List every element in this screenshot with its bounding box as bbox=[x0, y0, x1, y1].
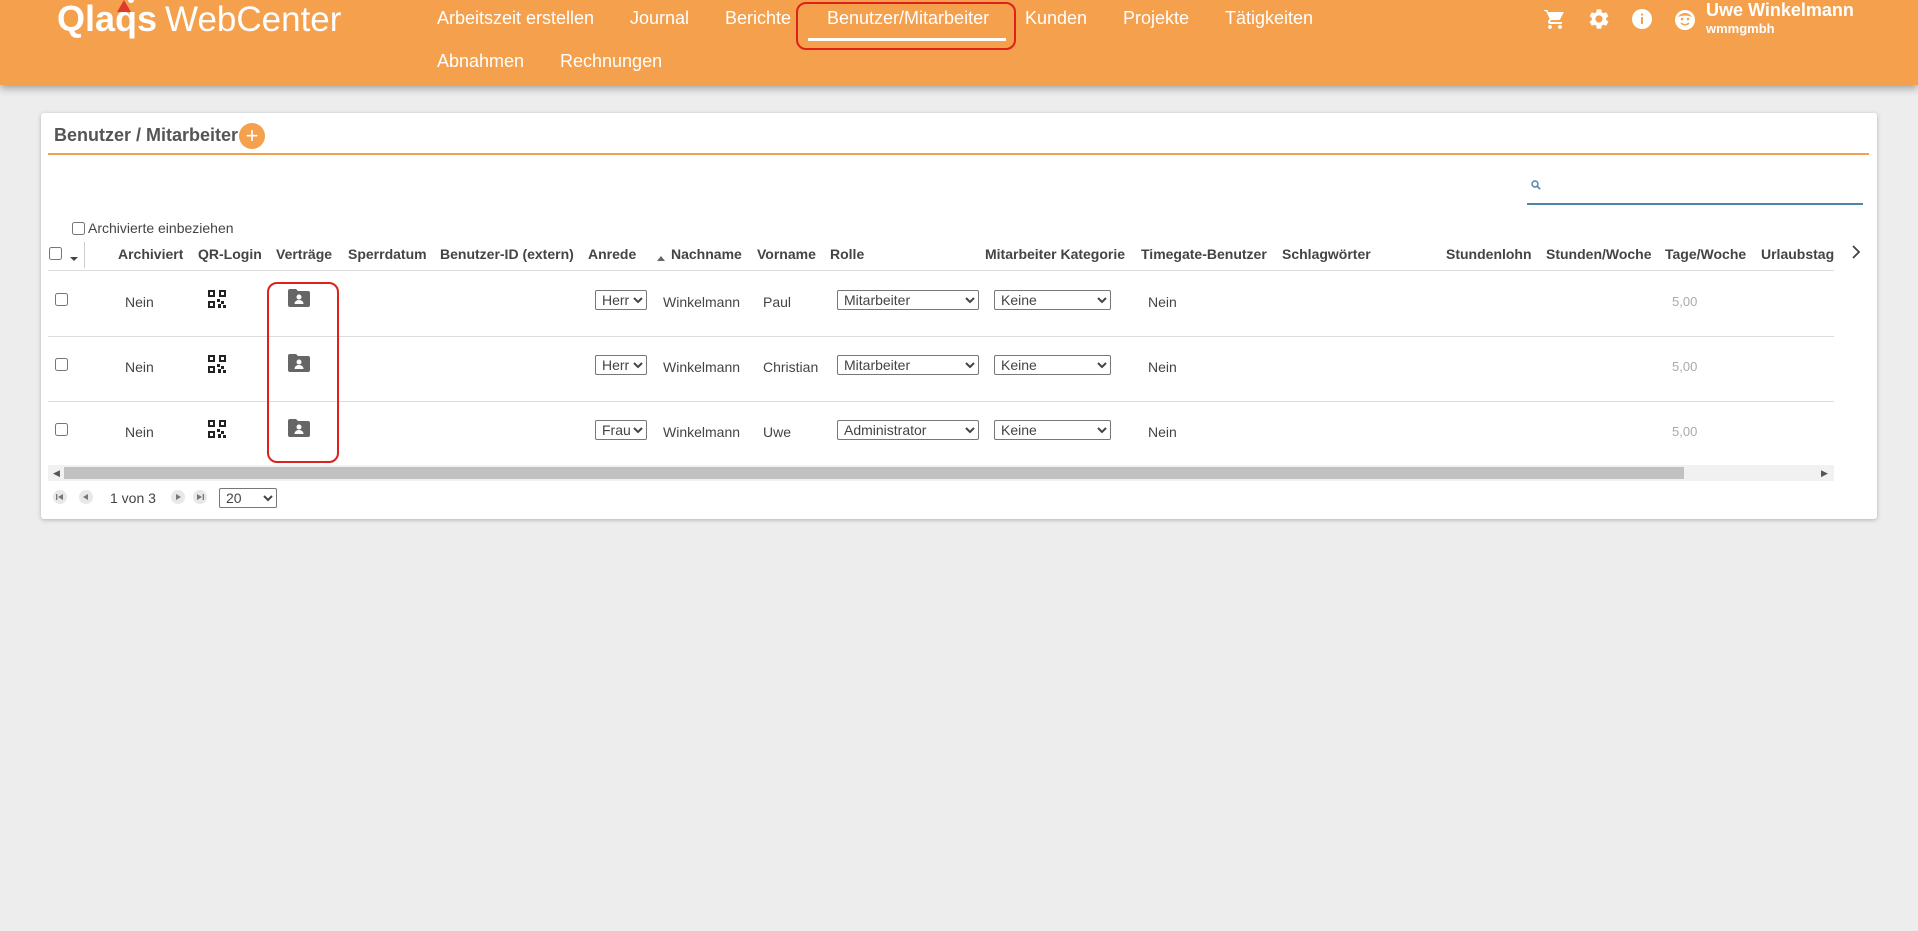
row-checkbox[interactable] bbox=[55, 293, 68, 306]
row-checkbox[interactable] bbox=[55, 358, 68, 371]
title-divider bbox=[48, 153, 1869, 155]
cart-icon[interactable] bbox=[1542, 6, 1568, 32]
archived-filter[interactable]: Archivierte einbeziehen bbox=[72, 220, 234, 236]
nav-rechnungen[interactable]: Rechnungen bbox=[560, 51, 662, 72]
cell-archiviert: Nein bbox=[125, 359, 154, 375]
col-schlagwoerter[interactable]: Schlagwörter bbox=[1282, 238, 1371, 270]
header-bottom-line bbox=[48, 270, 1834, 271]
archived-checkbox[interactable] bbox=[72, 221, 85, 235]
page-size-select[interactable]: 20 bbox=[219, 488, 277, 508]
logo-suffix: WebCenter bbox=[165, 0, 342, 39]
cell-timegate: Nein bbox=[1148, 294, 1177, 310]
anrede-select[interactable]: Frau bbox=[595, 420, 647, 440]
col-urlaubstag[interactable]: Urlaubstag bbox=[1761, 238, 1834, 270]
qr-code-icon[interactable] bbox=[208, 420, 226, 443]
qr-code-icon[interactable] bbox=[208, 355, 226, 378]
cell-vorname: Uwe bbox=[763, 424, 792, 440]
cell-tage-woche: 5,00 bbox=[1672, 294, 1698, 309]
cell-nachname: Winkelmann bbox=[663, 359, 741, 375]
scroll-right-arrow-icon[interactable]: ▶ bbox=[1821, 468, 1828, 479]
first-page-icon[interactable] bbox=[53, 490, 67, 504]
rolle-select[interactable]: Administrator bbox=[837, 420, 979, 440]
select-menu-caret-icon[interactable] bbox=[69, 250, 79, 268]
col-sperrdatum[interactable]: Sperrdatum bbox=[348, 238, 427, 270]
page-indicator: 1 von 3 bbox=[110, 490, 156, 506]
col-nachname[interactable]: Nachname bbox=[671, 238, 742, 270]
cell-tage-woche: 5,00 bbox=[1672, 424, 1698, 439]
nav-projekte[interactable]: Projekte bbox=[1123, 8, 1189, 29]
anrede-select[interactable]: Herr bbox=[595, 290, 647, 310]
nav-abnahmen[interactable]: Abnahmen bbox=[437, 51, 524, 72]
prev-page-icon[interactable] bbox=[79, 490, 93, 504]
nav-journal[interactable]: Journal bbox=[630, 8, 689, 29]
add-user-button[interactable]: + bbox=[239, 123, 265, 149]
archived-label: Archivierte einbeziehen bbox=[88, 220, 234, 236]
horizontal-scrollbar[interactable]: ◀ ▶ bbox=[48, 465, 1834, 481]
cell-timegate: Nein bbox=[1148, 424, 1177, 440]
col-vorname[interactable]: Vorname bbox=[757, 238, 816, 270]
cell-nachname: Winkelmann bbox=[663, 424, 741, 440]
user-name[interactable]: Uwe Winkelmann bbox=[1706, 0, 1854, 21]
select-all-checkbox[interactable] bbox=[49, 247, 62, 260]
col-benutzer-id[interactable]: Benutzer-ID (extern) bbox=[440, 238, 574, 270]
last-page-icon[interactable] bbox=[193, 490, 207, 504]
cell-vorname: Christian bbox=[763, 359, 819, 375]
gear-icon[interactable] bbox=[1586, 6, 1612, 32]
nav-taetigkeiten[interactable]: Tätigkeiten bbox=[1225, 8, 1313, 29]
col-stunden-woche[interactable]: Stunden/Woche bbox=[1546, 238, 1652, 270]
top-navigation-bar: Qlaqs WebCenter Arbeitszeit erstellen Jou… bbox=[0, 0, 1918, 85]
cell-archiviert: Nein bbox=[125, 424, 154, 440]
nav-arbeitszeit-erstellen[interactable]: Arbeitszeit erstellen bbox=[437, 8, 594, 29]
kategorie-select[interactable]: Keine bbox=[994, 290, 1111, 310]
page-title: Benutzer / Mitarbeiter bbox=[54, 125, 239, 145]
search-icon bbox=[1531, 177, 1541, 195]
logo-brand: Qlaqs bbox=[57, 0, 158, 39]
nav-kunden[interactable]: Kunden bbox=[1025, 8, 1087, 29]
vertraege-highlight-box bbox=[267, 282, 339, 463]
col-archiviert[interactable]: Archiviert bbox=[118, 238, 183, 270]
next-page-icon[interactable] bbox=[171, 490, 185, 504]
rolle-select[interactable]: Mitarbeiter bbox=[837, 355, 979, 375]
cell-timegate: Nein bbox=[1148, 359, 1177, 375]
rolle-select[interactable]: Mitarbeiter bbox=[837, 290, 979, 310]
scroll-columns-right-icon[interactable] bbox=[1849, 245, 1863, 264]
col-mitarbeiter-kategorie[interactable]: Mitarbeiter Kategorie bbox=[985, 238, 1125, 270]
col-tage-woche[interactable]: Tage/Woche bbox=[1665, 238, 1746, 270]
cell-vorname: Paul bbox=[763, 294, 792, 310]
col-anrede[interactable]: Anrede bbox=[588, 238, 636, 270]
row-checkbox[interactable] bbox=[55, 423, 68, 436]
anrede-select[interactable]: Herr bbox=[595, 355, 647, 375]
scrollbar-thumb[interactable] bbox=[64, 467, 1684, 479]
nav-berichte[interactable]: Berichte bbox=[725, 8, 791, 29]
kategorie-select[interactable]: Keine bbox=[994, 420, 1111, 440]
sort-ascending-icon[interactable] bbox=[656, 249, 666, 267]
user-avatar-icon[interactable] bbox=[1672, 7, 1698, 33]
col-rolle[interactable]: Rolle bbox=[830, 238, 864, 270]
info-icon[interactable] bbox=[1629, 6, 1655, 32]
app-logo[interactable]: Qlaqs WebCenter bbox=[57, 0, 341, 40]
col-qr-login[interactable]: QR-Login bbox=[198, 238, 262, 270]
nav-highlight-box bbox=[796, 2, 1016, 50]
cell-tage-woche: 5,00 bbox=[1672, 359, 1698, 374]
col-vertraege[interactable]: Verträge bbox=[276, 238, 332, 270]
search-field bbox=[1527, 167, 1863, 205]
scroll-left-arrow-icon[interactable]: ◀ bbox=[53, 468, 60, 479]
qr-code-icon[interactable] bbox=[208, 290, 226, 313]
user-company: wmmgmbh bbox=[1706, 21, 1775, 36]
cell-archiviert: Nein bbox=[125, 294, 154, 310]
col-stundenlohn[interactable]: Stundenlohn bbox=[1446, 238, 1532, 270]
col-timegate-benutzer[interactable]: Timegate-Benutzer bbox=[1141, 238, 1267, 270]
cell-nachname: Winkelmann bbox=[663, 294, 741, 310]
kategorie-select[interactable]: Keine bbox=[994, 355, 1111, 375]
search-input[interactable] bbox=[1553, 173, 1857, 199]
header-divider bbox=[84, 242, 85, 268]
